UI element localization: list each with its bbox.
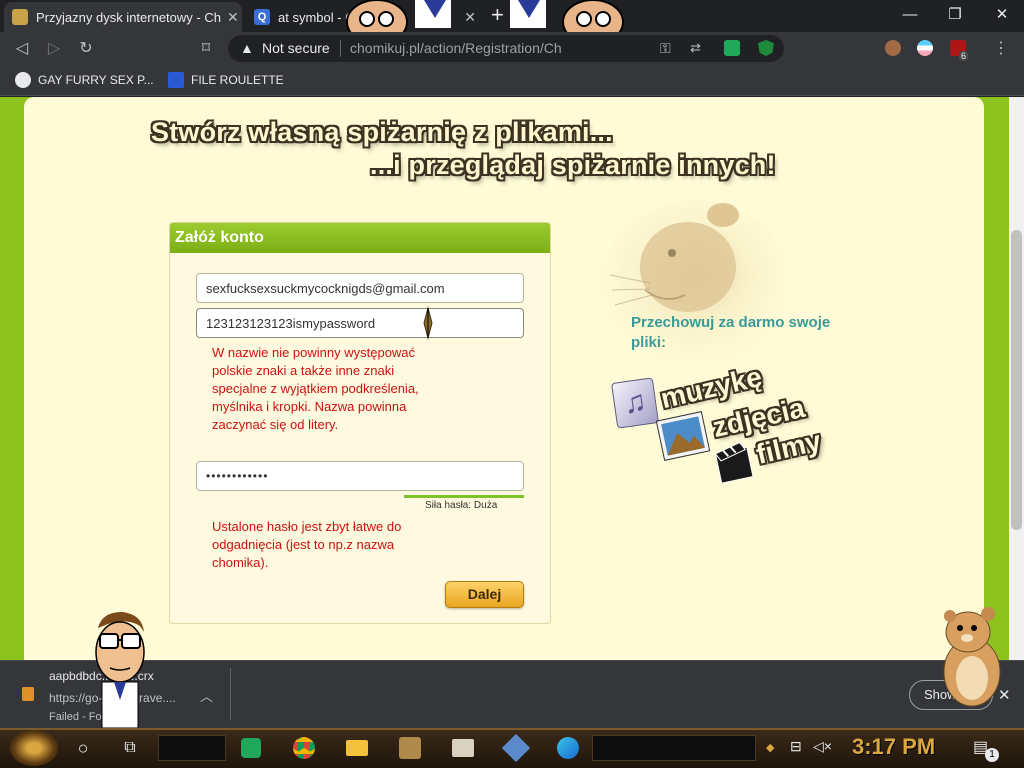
side-title: Przechowuj za darmo swoje pliki: (631, 314, 831, 351)
username-error: W nazwie nie powinny występować polskie … (212, 345, 419, 432)
headline-line-2: ...i przeglądaj spiżarnie innych! (370, 150, 776, 180)
password-error: Ustalone hasło jest zbyt łatwe do odgadn… (212, 519, 402, 570)
clock[interactable]: 3:17 PM (852, 734, 935, 760)
menu-icon[interactable]: ⋮ (990, 38, 1012, 60)
chat-app-icon[interactable] (236, 734, 266, 762)
music-icon: ♫ (611, 377, 659, 429)
flag-extension-icon[interactable] (917, 40, 933, 56)
download-separator (230, 668, 231, 720)
url-text[interactable]: chomikuj.pl/action/Registration/Ch (350, 40, 562, 56)
chevron-up-icon[interactable]: ︿ (200, 686, 213, 705)
globe-icon (15, 72, 31, 88)
bookmark-label: GAY FURRY SEX P... (38, 73, 154, 87)
tab-chomikuj[interactable]: Przyjazny dysk internetowy - Ch ✕ (4, 2, 242, 32)
password-value: •••••••••••• (206, 469, 269, 483)
cartoon-man-sticker-icon (95, 612, 145, 728)
translate-icon[interactable]: ⇄ (690, 40, 701, 56)
bookmark-label: FILE ROULETTE (191, 73, 284, 87)
volume-muted-icon[interactable]: ◁× (813, 738, 832, 755)
omnibox-separator (340, 40, 341, 57)
task-view-icon[interactable]: ⧉ (115, 734, 145, 762)
key-icon[interactable]: ⚿ (660, 40, 671, 57)
profile-avatar[interactable] (885, 40, 901, 56)
start-button[interactable] (10, 730, 58, 766)
cortana-icon[interactable]: ○ (68, 734, 98, 762)
film-icon (714, 442, 754, 484)
password-strength-label: Siła hasła: Duża (425, 500, 498, 511)
xd-app-icon[interactable] (448, 734, 478, 762)
bookmark-item[interactable]: GAY FURRY SEX P... (15, 72, 154, 88)
extension-badge: 6 (959, 51, 969, 61)
bookmark-icon[interactable]: ⌑ (195, 38, 217, 60)
file-icon (22, 687, 34, 701)
taskbar-spacer (592, 735, 756, 761)
file-roulette-icon (168, 72, 184, 88)
bookmark-item[interactable]: FILE ROULETTE (168, 72, 284, 88)
email-field[interactable] (196, 273, 524, 303)
security-label[interactable]: Not secure (262, 40, 330, 56)
email-input[interactable] (206, 274, 506, 302)
back-icon[interactable]: ◁ (11, 38, 33, 60)
text-cursor-icon (423, 306, 433, 340)
minimize-button[interactable]: — (890, 4, 930, 26)
close-window-button[interactable]: ✕ (982, 4, 1022, 26)
tab-title: Przyjazny dysk internetowy - Ch (36, 9, 221, 25)
scrollbar-thumb[interactable] (1011, 230, 1022, 530)
virtualbox-icon[interactable] (501, 733, 531, 763)
network-icon[interactable]: ⊟ (790, 738, 802, 755)
hamster-sticker-icon (943, 607, 1001, 707)
search-favicon-icon: Q (254, 9, 270, 25)
chrome-icon[interactable] (289, 734, 319, 762)
username-input[interactable] (206, 309, 506, 337)
password-field[interactable]: •••••••••••• (196, 461, 524, 491)
tab-close-icon[interactable]: ✕ (221, 9, 239, 26)
edge-icon[interactable] (553, 734, 583, 762)
file-explorer-icon[interactable] (342, 734, 372, 762)
restore-button[interactable]: ❐ (935, 4, 975, 26)
photos-icon (656, 411, 710, 461)
game-app-icon[interactable] (395, 734, 425, 762)
reload-icon[interactable]: ↻ (75, 38, 97, 60)
forward-icon[interactable]: ▷ (43, 38, 65, 60)
form-title: Załóż konto (170, 223, 550, 253)
username-field[interactable] (196, 308, 524, 338)
next-button[interactable]: Dalej (445, 581, 524, 608)
warning-icon[interactable]: ▲ (240, 40, 254, 56)
headline-line-1: Stwórz własną spiżarnię z plikami... (151, 117, 613, 147)
password-strength-bar (404, 495, 524, 498)
taskbar-search-box[interactable] (158, 735, 226, 761)
tray-arrow-icon[interactable]: ◆ (766, 741, 774, 754)
notification-count: 1 (985, 748, 999, 762)
chomik-favicon-icon (12, 9, 28, 25)
green-chat-extension-icon[interactable] (724, 40, 740, 56)
